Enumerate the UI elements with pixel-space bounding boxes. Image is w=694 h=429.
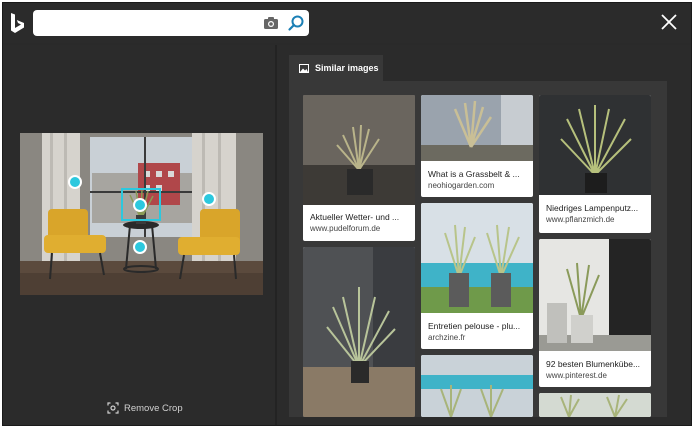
bing-logo-icon[interactable]	[7, 11, 27, 37]
result-card[interactable]: What is a Grassbelt & ... neohiogarden.c…	[421, 95, 533, 197]
remove-crop-button[interactable]: Remove Crop	[107, 400, 183, 416]
tab-label: Similar images	[315, 63, 379, 73]
result-card[interactable]	[539, 393, 651, 417]
query-image[interactable]	[20, 133, 263, 295]
similar-images-grid: Aktueller Wetter- und ... www.pudelforum…	[289, 81, 667, 417]
crop-icon	[107, 402, 119, 414]
result-caption: 92 besten Blumenkübe...	[546, 359, 641, 369]
result-thumbnail	[421, 355, 533, 417]
result-source: neohiogarden.com	[428, 181, 495, 190]
remove-crop-label: Remove Crop	[124, 402, 183, 414]
result-caption: What is a Grassbelt & ...	[428, 169, 520, 179]
search-box[interactable]	[33, 10, 309, 36]
result-source: www.pudelforum.de	[310, 224, 381, 233]
close-icon[interactable]	[660, 13, 678, 31]
result-thumbnail	[421, 203, 533, 313]
result-card[interactable]: Entretien pelouse - plu... archzine.fr	[421, 203, 533, 349]
result-thumbnail	[421, 95, 533, 161]
result-source: www.pinterest.de	[546, 371, 607, 380]
result-card[interactable]: Aktueller Wetter- und ... www.pudelforum…	[303, 95, 415, 241]
result-caption: Niedriges Lampenputz...	[546, 203, 639, 213]
hotspot-chair[interactable]	[202, 192, 216, 206]
result-thumbnail	[539, 239, 651, 351]
search-input[interactable]	[41, 14, 255, 34]
result-caption: Aktueller Wetter- und ...	[310, 212, 400, 222]
result-card[interactable]	[421, 355, 533, 417]
result-thumbnail	[303, 95, 415, 205]
result-card[interactable]	[303, 247, 415, 417]
camera-icon[interactable]	[263, 15, 279, 31]
search-icon[interactable]	[287, 14, 305, 32]
hotspot-table[interactable]	[133, 240, 147, 254]
top-bar	[3, 3, 691, 43]
results-pane: Similar images Aktueller Wetter- und ...…	[277, 45, 691, 425]
result-thumbnail	[303, 247, 415, 417]
crop-pane: Remove Crop	[3, 45, 275, 425]
result-caption: Entretien pelouse - plu...	[428, 321, 521, 331]
image-icon	[299, 63, 309, 73]
tab-similar-images[interactable]: Similar images	[289, 55, 383, 81]
result-source: www.pflanzmich.de	[546, 215, 615, 224]
result-card[interactable]: Niedriges Lampenputz... www.pflanzmich.d…	[539, 95, 651, 233]
hotspot-curtain[interactable]	[68, 175, 82, 189]
result-thumbnail	[539, 95, 651, 195]
result-thumbnail	[539, 393, 651, 417]
result-card[interactable]: 92 besten Blumenkübe... www.pinterest.de	[539, 239, 651, 387]
visual-search-window: Remove Crop Similar images Aktueller Wet…	[2, 2, 692, 426]
result-source: archzine.fr	[428, 333, 466, 342]
hotspot-plant[interactable]	[133, 198, 147, 212]
